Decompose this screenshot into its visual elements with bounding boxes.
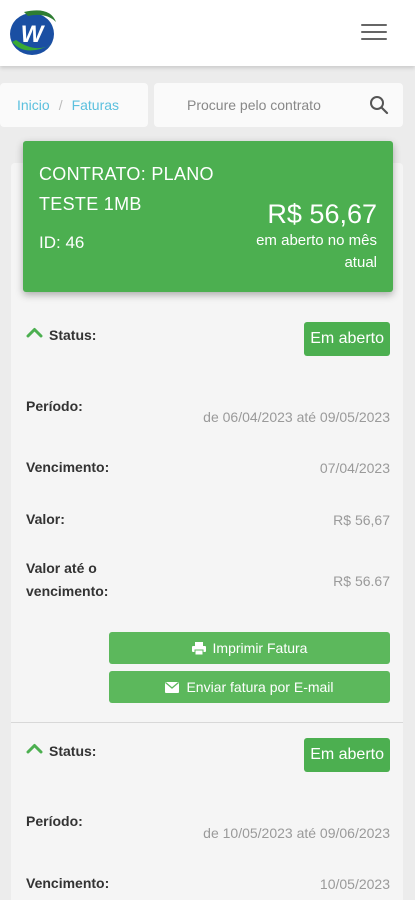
status-label: Status: [49, 743, 97, 759]
contract-title: CONTRATO: PLANO TESTE 1MB [39, 164, 214, 214]
chevron-up-icon[interactable] [26, 327, 43, 338]
hamburger-menu-icon[interactable] [361, 24, 387, 44]
search-icon[interactable] [369, 95, 389, 115]
breadcrumb-home-link[interactable]: Inicio [17, 97, 50, 113]
due-date-label: Vencimento: [26, 459, 110, 475]
period-label: Período: [26, 398, 83, 414]
due-date-value: 10/05/2023 [319, 876, 390, 892]
period-value: de 06/04/2023 até 09/05/2023 [203, 409, 390, 425]
invoice-item: Status: Em aberto Período: de 10/05/2023… [11, 726, 403, 900]
due-date-value: 07/04/2023 [319, 460, 390, 476]
period-label: Período: [26, 813, 83, 829]
contract-amount-note: em aberto no mês atual [256, 232, 377, 271]
value-amount: R$ 56,67 [333, 512, 390, 528]
status-label: Status: [49, 327, 97, 343]
contract-search-box [154, 83, 403, 127]
chevron-up-icon[interactable] [26, 743, 43, 754]
invoice-status-toggle[interactable]: Status: [26, 743, 96, 759]
due-date-label: Vencimento: [26, 875, 110, 891]
value-label: Valor: [26, 511, 65, 527]
print-invoice-button[interactable]: Imprimir Fatura [109, 632, 390, 664]
print-invoice-label: Imprimir Fatura [212, 640, 308, 656]
invoice-divider [11, 722, 403, 723]
contract-search-input[interactable] [154, 83, 364, 127]
invoice-status-toggle[interactable]: Status: [26, 327, 96, 343]
value-until-due-amount: R$ 56.67 [333, 573, 390, 589]
envelope-icon [165, 681, 180, 693]
printer-icon [191, 641, 206, 655]
logo-icon: W [10, 10, 56, 55]
status-badge: Em aberto [304, 322, 390, 356]
contract-open-amount: R$ 56,67 [267, 199, 377, 229]
period-value: de 10/05/2023 até 09/06/2023 [203, 825, 390, 841]
invoice-item: Status: Em aberto Período: de 06/04/2023… [11, 310, 403, 710]
email-invoice-button[interactable]: Enviar fatura por E-mail [109, 671, 390, 703]
status-badge: Em aberto [304, 738, 390, 772]
value-until-due-label: Valor até o vencimento: [26, 560, 109, 599]
email-invoice-label: Enviar fatura por E-mail [186, 679, 334, 695]
breadcrumb: Inicio / Faturas [0, 83, 148, 127]
contract-summary-card: CONTRATO: PLANO TESTE 1MB ID: 46 R$ 56,6… [23, 141, 393, 292]
company-logo[interactable]: W [6, 4, 60, 60]
breadcrumb-current[interactable]: Faturas [72, 97, 119, 113]
top-bar: W [0, 0, 415, 66]
breadcrumb-separator: / [58, 97, 63, 113]
logo-letter: W [21, 21, 46, 48]
contract-id: ID: 46 [39, 233, 85, 252]
